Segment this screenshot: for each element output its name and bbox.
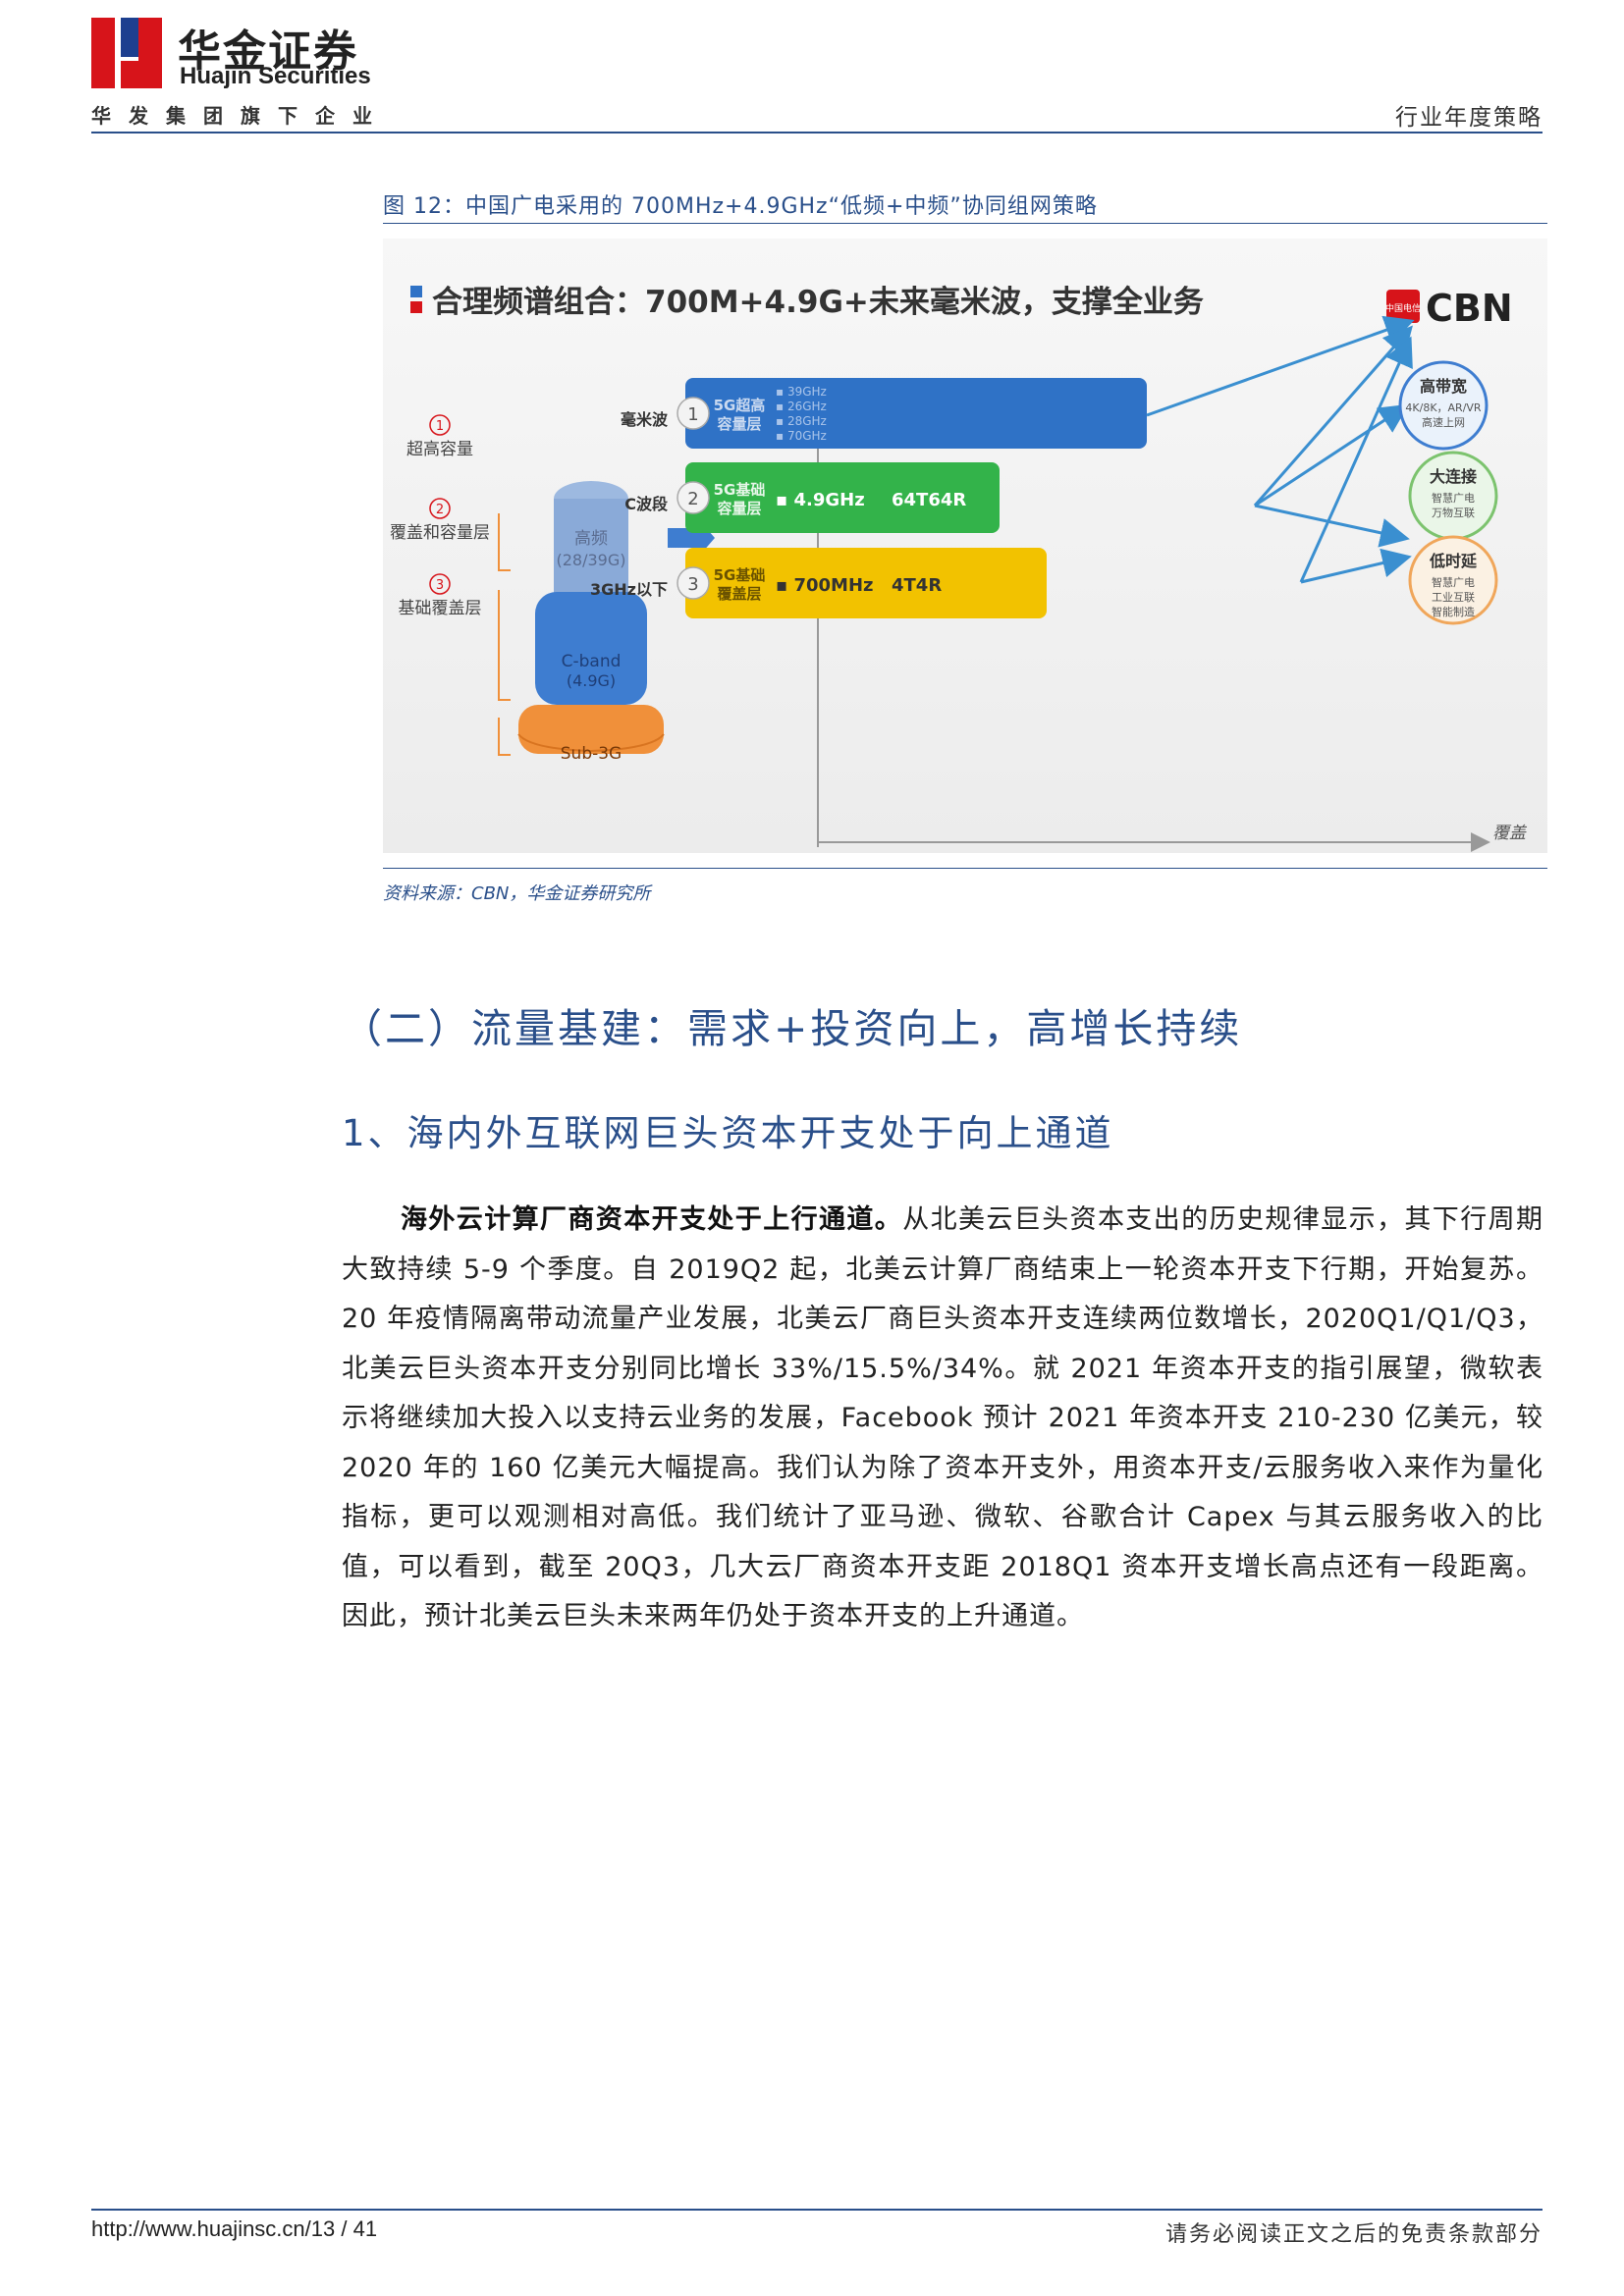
layer-number: 1 [436, 419, 444, 434]
report-type: 行业年度策略 [1395, 105, 1543, 131]
stack-high-sub: (28/39G) [557, 551, 626, 569]
stack-cband-sub: (4.9G) [567, 671, 616, 690]
paragraph-lead: 海外云计算厂商资本开支处于上行通道。 [401, 1204, 903, 1235]
logo-english-name: Huajin Securities [180, 63, 371, 89]
band-name: 5G基础 [714, 481, 766, 499]
band-antenna: 64T64R [892, 490, 966, 510]
service-detail: 4K/8K，AR/VR [1405, 401, 1482, 414]
stack-cband-label: C-band [562, 652, 622, 671]
subsection-heading: 1、海内外互联网巨头资本开支处于向上通道 [342, 1112, 1114, 1154]
service-detail: 智能制造 [1432, 605, 1475, 618]
service-title: 低时延 [1429, 552, 1478, 570]
service-title: 高带宽 [1420, 377, 1467, 396]
band-name: 容量层 [716, 415, 761, 433]
x-axis-label: 覆盖 [1492, 824, 1528, 843]
spectrum-strategy-figure: 合理频谱组合：700M+4.9G+未来毫米波，支撑全业务 中国电信 CBN 频率… [383, 239, 1547, 853]
band-row-label: 3GHz以下 [590, 580, 668, 599]
stack-high-label: 高频 [574, 529, 608, 549]
band-row-label: C波段 [624, 495, 669, 513]
band-name: 容量层 [716, 500, 761, 517]
band-antenna: 4T4R [892, 575, 942, 596]
body-paragraph: 海外云计算厂商资本开支处于上行通道。从北美云巨头资本支出的历史规律显示，其下行周… [342, 1196, 1543, 1642]
band-frequency: ▪ 26GHz [776, 400, 827, 413]
figure-divider-bottom [383, 868, 1547, 869]
band-frequency: ▪ 39GHz [776, 385, 827, 399]
band-frequency: ▪ 4.9GHz [776, 490, 865, 510]
slide-title: 合理频谱组合：700M+4.9G+未来毫米波，支撑全业务 [432, 285, 1204, 320]
band-name: 5G基础 [714, 566, 766, 584]
section-heading: （二）流量基建：需求+投资向上，高增长持续 [342, 1005, 1243, 1052]
service-detail: 智慧广电 [1432, 575, 1475, 589]
group-tagline: 华发集团旗下企业 [91, 104, 390, 128]
layer-label: 超高容量 [406, 440, 473, 459]
band-number: 1 [687, 404, 698, 425]
paragraph-body: 从北美云巨头资本支出的历史规律显示，其下行周期大致持续 5-9 个季度。自 20… [342, 1204, 1544, 1631]
title-bullet-red [410, 301, 422, 313]
band-number: 2 [687, 489, 698, 509]
figure-source: 资料来源：CBN，华金证券研究所 [383, 883, 651, 904]
figure-caption: 图 12：中国广电采用的 700MHz+4.9GHz“低频+中频”协同组网策略 [383, 194, 1098, 219]
layer-number: 2 [436, 503, 444, 517]
huajin-logo-icon [91, 18, 162, 88]
layer-label: 基础覆盖层 [399, 599, 482, 618]
stack-sub3g-label: Sub-3G [561, 744, 622, 764]
service-circles: 高带宽4K/8K，AR/VR高速上网大连接智慧广电万物互联低时延智慧广电工业互联… [1398, 360, 1498, 625]
brand-cbn: CBN [1426, 287, 1513, 330]
service-detail: 高速上网 [1422, 415, 1465, 429]
band-number: 3 [687, 574, 698, 595]
band-frequency: ▪ 70GHz [776, 429, 827, 443]
band-row-label: 毫米波 [621, 410, 669, 429]
figure-divider-top [383, 223, 1547, 224]
service-detail: 智慧广电 [1432, 491, 1475, 505]
page-header: 华金证券 Huajin Securities 华发集团旗下企业 行业年度策略 [91, 18, 1543, 135]
header-divider [91, 132, 1543, 133]
service-title: 大连接 [1430, 467, 1477, 486]
service-detail: 万物互联 [1432, 506, 1475, 519]
brand-seal-text: 中国电信 [1385, 302, 1421, 314]
band-name: 覆盖层 [717, 585, 761, 603]
band-frequency: ▪ 28GHz [776, 414, 827, 428]
title-bullet-blue [410, 286, 422, 297]
band-frequency: ▪ 700MHz [776, 575, 874, 596]
layer-label: 覆盖和容量层 [390, 523, 490, 543]
footer-disclaimer: 请务必阅读正文之后的免责条款部分 [1164, 2222, 1543, 2247]
band-name: 5G超高 [714, 397, 766, 414]
layer-number: 3 [436, 578, 444, 593]
footer-url-page: http://www.huajinsc.cn/13 / 41 [91, 2216, 378, 2241]
service-detail: 工业互联 [1432, 591, 1475, 604]
footer-divider [91, 2209, 1543, 2211]
